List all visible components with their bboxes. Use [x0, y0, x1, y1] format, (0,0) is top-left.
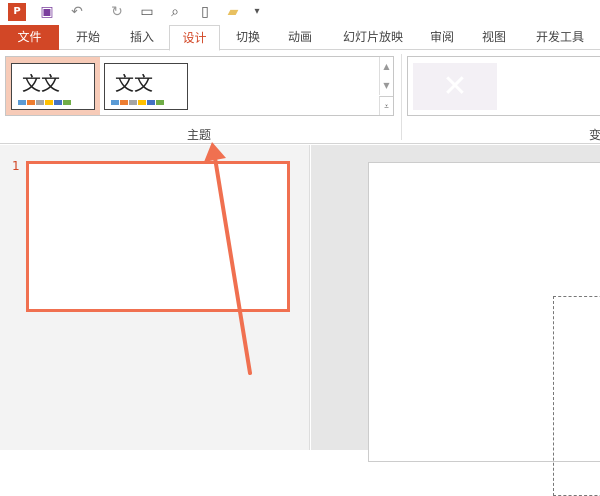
arrow-head-icon: [204, 142, 226, 162]
arrow-shaft: [213, 156, 252, 375]
annotation-arrow: [204, 142, 252, 375]
